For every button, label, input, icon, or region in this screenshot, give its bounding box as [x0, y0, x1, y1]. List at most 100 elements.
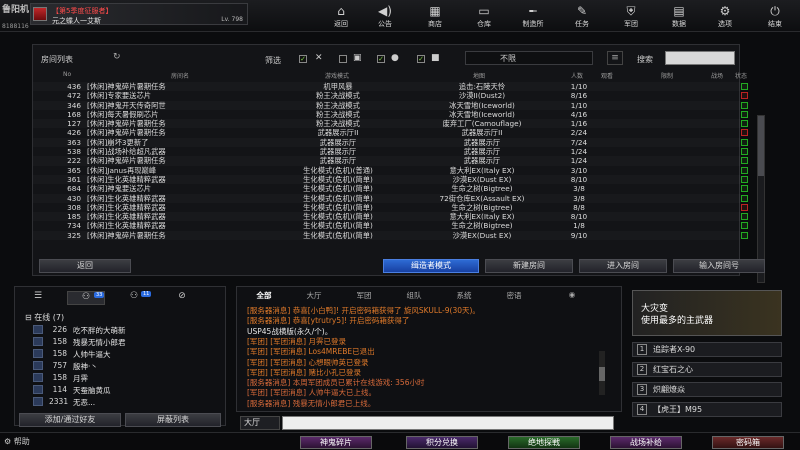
- friend-level: 158: [52, 373, 67, 382]
- nav-data-button[interactable]: ▤ 数据: [660, 0, 698, 32]
- chat-channel-select[interactable]: 大厅: [240, 416, 280, 430]
- friend-item[interactable]: 226 吃不胖的大萌新: [33, 325, 211, 335]
- col-status[interactable]: 状态: [735, 71, 747, 80]
- weapon-item[interactable]: 3 炽翩燎焱: [632, 382, 782, 397]
- filter-checkbox[interactable]: ✓: [299, 55, 307, 63]
- chat-tab[interactable]: 组队: [391, 290, 437, 302]
- hunter-mode-button[interactable]: 缉造者模式: [383, 259, 479, 273]
- help-button[interactable]: ⚙ 帮助: [4, 436, 30, 447]
- block-list-button[interactable]: 屏蔽列表: [125, 413, 221, 427]
- points-exchange-button[interactable]: 积分兑换: [406, 436, 478, 449]
- nav-options-button[interactable]: ⚙ 选项: [706, 0, 744, 32]
- enter-room-button[interactable]: 进入房间: [579, 259, 667, 273]
- chat-tab[interactable]: 大厅: [291, 290, 337, 302]
- col-no[interactable]: No: [63, 71, 71, 78]
- chat-scrollbar[interactable]: [599, 351, 605, 395]
- scroll-thumb[interactable]: [599, 367, 605, 381]
- room-name: [休闲]神鬼碎片暑期任务: [87, 82, 166, 91]
- table-row[interactable]: 436 [休闲]神鬼碎片暑期任务 机甲风暴 追击:石陵天怜 1/10: [33, 82, 748, 91]
- table-row[interactable]: 430 [休闲]生化英雄精粹武器 生化模式(危机)(简单) 72街仓库EX(Assau…: [33, 194, 748, 203]
- table-row[interactable]: 222 [休闲]神鬼碎片暑期任务 武器展示厅 武器展示厅 1/24: [33, 156, 748, 165]
- nav-back-button[interactable]: ⌂ 返回: [322, 0, 360, 32]
- list-view-icon[interactable]: ≡: [607, 51, 623, 65]
- pack-icon: ▣: [353, 53, 362, 63]
- col-count[interactable]: 人数: [571, 71, 583, 80]
- eye-icon[interactable]: ◉: [549, 290, 595, 302]
- search-input[interactable]: [665, 51, 735, 65]
- friend-item[interactable]: 114 天蚕脑黄瓜: [33, 385, 211, 395]
- col-mode[interactable]: 游戏模式: [325, 71, 349, 80]
- table-row[interactable]: 127 [休闲]神鬼碎片暑期任务 粉王决战模式 废弃工厂(Camouflage) 1/1…: [33, 119, 748, 128]
- room-status-icon: [741, 194, 748, 202]
- table-row[interactable]: 346 [休闲]神鬼开天传奇阿世 粉王决战模式 冰天雪地(Iceworld) 1/10: [33, 100, 748, 110]
- filter-checkbox[interactable]: [339, 55, 347, 63]
- create-room-button[interactable]: 新建房间: [485, 259, 573, 273]
- table-row[interactable]: 472 [休闲]专家要送芯片 粉王决战模式 沙漠II(Dust2) 8/16: [33, 91, 748, 100]
- nav-exit-button[interactable]: ⏻ 结束: [756, 0, 794, 32]
- password-box-button[interactable]: 密码箱: [712, 436, 784, 449]
- friend-item[interactable]: 757 殷神·丶: [33, 361, 211, 371]
- player-name: 元之蝶人一艾斯: [52, 17, 101, 25]
- friend-item[interactable]: 158 月霁: [33, 373, 211, 383]
- chat-input[interactable]: [282, 416, 614, 430]
- nav-mission-button[interactable]: ✎ 任务: [563, 0, 601, 32]
- table-row[interactable]: 365 [休闲]Janus再现巅峰 生化模式(危机)(普通) 意大利EX(Italy …: [33, 166, 748, 175]
- room-mode: 武器展示厅: [319, 147, 357, 157]
- chat-tab[interactable]: 密语: [491, 290, 537, 302]
- table-row[interactable]: 734 [休闲]生化英雄精粹武器 生化模式(危机)(简单) 生命之树(Bigtree)…: [33, 221, 748, 230]
- mode-select[interactable]: 不限: [465, 51, 593, 65]
- room-mode: 生化模式(危机)(简单): [303, 174, 373, 184]
- back-button[interactable]: 返回: [39, 259, 131, 273]
- tab-clan-members[interactable]: ⚇ 11: [115, 291, 153, 305]
- table-row[interactable]: 538 [休闲]战场补给超凡武器 武器展示厅 武器展示厅 1/24: [33, 147, 748, 157]
- room-name: [休闲]生化英雄精粹武器: [87, 174, 166, 184]
- col-field[interactable]: 战场: [711, 71, 723, 80]
- table-row[interactable]: 325 [休闲]神鬼碎片暑期任务 生化模式(危机)(简单) 沙漠EX(Dust EX)…: [33, 231, 748, 240]
- table-row[interactable]: 361 [休闲]生化英雄精粹武器 生化模式(危机)(简单) 沙漠EX(Dust EX)…: [33, 174, 748, 184]
- weapon-item[interactable]: 4 【虎王】M95: [632, 402, 782, 417]
- table-row[interactable]: 308 [休闲]生化英雄精粹武器 生化模式(危机)(简单) 生命之树(Bigtree)…: [33, 203, 748, 212]
- friend-name: 殷神·丶: [73, 362, 98, 371]
- tab-friends-list[interactable]: ☰: [19, 291, 57, 305]
- friends-panel: ☰ ⚇ 33 ⚇ 11 ⊘ ⊟ 在线 (7) 226 吃不胖的大萌新 158 残暴无情小郎…: [14, 286, 226, 427]
- nav-shop-button[interactable]: ▦ 商店: [416, 0, 454, 32]
- chat-tab[interactable]: 全部: [241, 290, 287, 302]
- table-row[interactable]: 426 [休闲]神鬼碎片暑期任务 武器展示厅II 武器展示厅II 2/24: [33, 128, 748, 137]
- avatar: [33, 337, 43, 346]
- filter-checkbox[interactable]: ✓: [377, 55, 385, 63]
- supply-button[interactable]: 战场补给: [610, 436, 682, 449]
- filter-checkbox[interactable]: ✓: [417, 55, 425, 63]
- nav-inventory-button[interactable]: ▭ 仓库: [465, 0, 503, 32]
- tab-blocked[interactable]: ⊘: [163, 291, 201, 305]
- table-row[interactable]: 168 [休闲]每天暑假刷芯片 粉王决战模式 冰天雪地(Iceworld) 4/16: [33, 110, 748, 119]
- add-friend-button[interactable]: 添加/通过好友: [19, 413, 121, 427]
- jedi-button[interactable]: 绝地探戦: [508, 436, 580, 449]
- nav-clan-button[interactable]: ⛨ 军团: [612, 0, 650, 32]
- friend-item[interactable]: 2331 无恶...: [33, 397, 211, 407]
- friend-item[interactable]: 158 人帅牛逼大: [33, 349, 211, 359]
- room-scrollbar[interactable]: [757, 115, 765, 283]
- online-header[interactable]: ⊟ 在线 (7): [25, 312, 64, 323]
- friend-item[interactable]: 158 残暴无情小郎君: [33, 337, 211, 347]
- col-name[interactable]: 房间名: [171, 71, 189, 80]
- table-row[interactable]: 684 [休闲]神鬼要送芯片 生化模式(危机)(简单) 生命之树(Bigtree) 3/…: [33, 184, 748, 194]
- ghost-fragment-button[interactable]: 神鬼碎片: [300, 436, 372, 449]
- weapon-item[interactable]: 1 追踪者X-90: [632, 342, 782, 357]
- col-map[interactable]: 地图: [473, 71, 485, 80]
- table-row[interactable]: 363 [休闲]崩坏3更新了 武器展示厅 武器展示厅 7/24: [33, 138, 748, 147]
- room-name: [休闲]神鬼开天传奇阿世: [87, 100, 166, 110]
- col-limit[interactable]: 限制: [661, 71, 673, 80]
- room-name: [休闲]神鬼要送芯片: [87, 184, 152, 194]
- enter-room-number-button[interactable]: 输入房间号: [673, 259, 765, 273]
- col-watch[interactable]: 观看: [601, 71, 613, 80]
- nav-workshop-button[interactable]: ╾ 制造所: [514, 0, 552, 32]
- chat-tab[interactable]: 系统: [441, 290, 487, 302]
- chat-tab[interactable]: 军团: [341, 290, 387, 302]
- tab-friends[interactable]: ⚇ 33: [67, 291, 105, 305]
- nav-notice-button[interactable]: ◀) 公告: [366, 0, 404, 32]
- table-row[interactable]: 185 [休闲]生化英雄精粹武器 生化模式(危机)(简单) 意大利EX(Italy E…: [33, 212, 748, 221]
- weapon-item[interactable]: 2 红宝石之心: [632, 362, 782, 377]
- scroll-thumb[interactable]: [758, 116, 764, 176]
- refresh-icon[interactable]: ↻: [113, 52, 121, 62]
- player-info[interactable]: 【第5季度征服者】 元之蝶人一艾斯 Lv. 798: [30, 3, 248, 25]
